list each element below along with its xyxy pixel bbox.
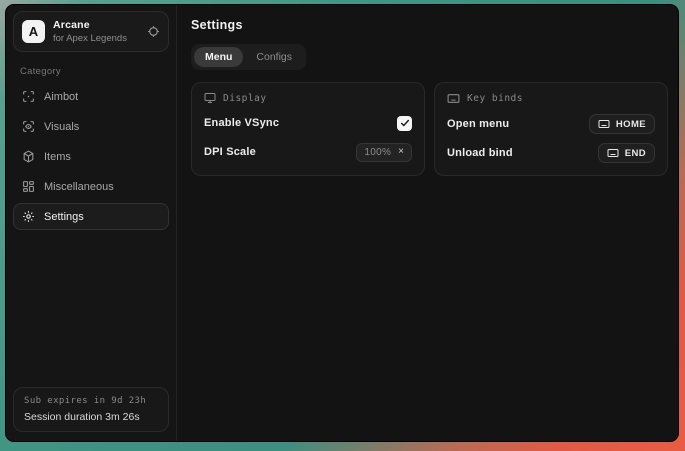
layout-grid-icon xyxy=(22,180,35,193)
tab-configs[interactable]: Configs xyxy=(245,47,303,67)
sidebar-item-label: Items xyxy=(44,151,71,163)
vsync-checkbox[interactable] xyxy=(397,116,412,131)
unload-bind-row: Unload bind END xyxy=(447,143,655,163)
app-subtitle: for Apex Legends xyxy=(53,33,139,44)
crosshair-target-icon[interactable] xyxy=(147,25,160,38)
open-menu-label: Open menu xyxy=(447,118,509,130)
keybinds-card-title: Key binds xyxy=(467,93,523,104)
dpi-row: DPI Scale 100% × xyxy=(204,142,412,162)
display-card: Display Enable VSync DPI Scale 100% × xyxy=(191,82,425,176)
package-icon xyxy=(22,150,35,163)
tab-menu[interactable]: Menu xyxy=(194,47,243,67)
dpi-scale-input[interactable]: 100% × xyxy=(356,143,412,162)
display-card-header: Display xyxy=(204,92,412,104)
sidebar-spacer xyxy=(6,232,176,379)
unload-bind-key: END xyxy=(625,148,646,159)
sidebar-item-visuals[interactable]: Visuals xyxy=(13,113,169,140)
app-name: Arcane xyxy=(53,19,139,31)
dpi-scale-value: 100% xyxy=(364,147,391,158)
app-header: A Arcane for Apex Legends xyxy=(13,11,169,52)
sidebar-item-settings[interactable]: Settings xyxy=(13,203,169,230)
app-logo: A xyxy=(22,20,45,43)
settings-cards: Display Enable VSync DPI Scale 100% × xyxy=(191,82,668,176)
gear-icon xyxy=(22,210,35,223)
eye-scan-icon xyxy=(22,120,35,133)
crosshair-scan-icon xyxy=(22,90,35,103)
unload-bind-button[interactable]: END xyxy=(598,143,655,163)
sidebar: A Arcane for Apex Legends Category xyxy=(6,5,177,441)
page-title: Settings xyxy=(191,18,668,32)
sidebar-nav: Aimbot Visuals xyxy=(6,81,176,232)
keyboard-icon xyxy=(598,118,610,130)
sidebar-item-items[interactable]: Items xyxy=(13,143,169,170)
app-window: A Arcane for Apex Legends Category xyxy=(5,4,679,442)
sidebar-item-label: Visuals xyxy=(44,121,79,133)
sidebar-item-label: Settings xyxy=(44,211,84,223)
dpi-label: DPI Scale xyxy=(204,146,256,158)
keyboard-icon xyxy=(447,92,460,105)
sidebar-item-label: Aimbot xyxy=(44,91,78,103)
keybinds-card-header: Key binds xyxy=(447,92,655,105)
main-content: Settings Menu Configs Display xyxy=(177,5,679,441)
vsync-label: Enable VSync xyxy=(204,117,279,129)
sidebar-item-label: Miscellaneous xyxy=(44,181,114,193)
app-titles: Arcane for Apex Legends xyxy=(53,19,139,44)
category-label: Category xyxy=(20,66,162,77)
sidebar-item-miscellaneous[interactable]: Miscellaneous xyxy=(13,173,169,200)
sub-expiry-text: Sub expires in 9d 23h xyxy=(24,396,158,406)
open-menu-bind-button[interactable]: HOME xyxy=(589,114,655,134)
display-card-title: Display xyxy=(223,93,267,104)
open-menu-bind-key: HOME xyxy=(616,119,646,130)
open-menu-row: Open menu HOME xyxy=(447,114,655,134)
vsync-row: Enable VSync xyxy=(204,113,412,133)
clear-icon[interactable]: × xyxy=(398,147,404,157)
unload-bind-label: Unload bind xyxy=(447,147,513,159)
subscription-info-box: Sub expires in 9d 23h Session duration 3… xyxy=(13,387,169,432)
sidebar-item-aimbot[interactable]: Aimbot xyxy=(13,83,169,110)
monitor-icon xyxy=(204,92,216,104)
session-duration-text: Session duration 3m 26s xyxy=(24,411,158,423)
tab-bar: Menu Configs xyxy=(191,44,306,70)
keybinds-card: Key binds Open menu HOME Unload bin xyxy=(434,82,668,176)
keyboard-icon xyxy=(607,147,619,159)
